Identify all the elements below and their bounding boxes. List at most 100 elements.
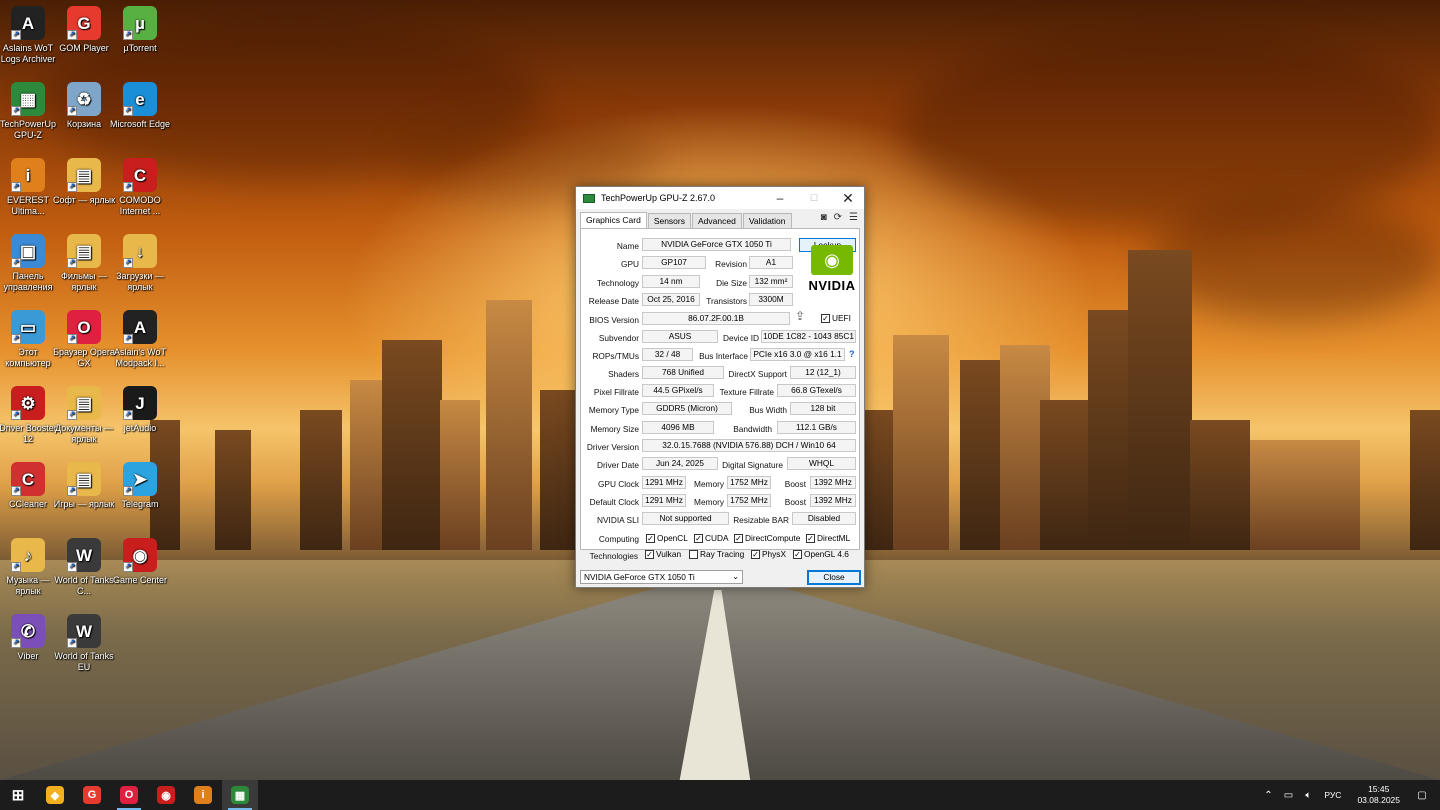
close-window-button[interactable]: ✕: [831, 187, 865, 209]
desktop-icon-woteu[interactable]: W ↗ World of Tanks EU: [52, 614, 116, 673]
taskbar-start[interactable]: ⊞: [0, 780, 36, 810]
desktop-icon-edge[interactable]: e ↗ Microsoft Edge: [108, 82, 172, 130]
desktop-icon-comodo[interactable]: C ↗ COMODO Internet ...: [108, 158, 172, 217]
checkbox-directcompute[interactable]: ✓ DirectCompute: [734, 533, 800, 543]
clock[interactable]: 15:45 03.08.2025: [1357, 784, 1400, 806]
taskbar-gamecenter[interactable]: ◉: [148, 780, 184, 810]
driver-icon: ⚙ ↗: [11, 386, 45, 420]
desktop-icon-telegram[interactable]: ➤ ↗ Telegram: [108, 462, 172, 510]
network-icon[interactable]: ▭: [1280, 790, 1296, 801]
shortcut-arrow-icon: ↗: [123, 562, 133, 572]
title-bar[interactable]: TechPowerUp GPU-Z 2.67.0 – ☐ ✕: [576, 187, 864, 209]
field-driver-date: Jun 24, 2025: [642, 457, 718, 470]
desktop-icon-thispc[interactable]: ▭ ↗ Этот компьютер: [0, 310, 60, 369]
checkbox-vulkan[interactable]: ✓ Vulkan: [645, 549, 681, 559]
field-gpu: GP107: [642, 256, 706, 269]
desktop-icon-aslains[interactable]: A ↗ Aslains WoT Logs Archiver: [0, 6, 60, 65]
label-memory-type: Memory Type: [588, 405, 639, 415]
shortcut-arrow-icon: ↗: [67, 106, 77, 116]
taskbar-gpuz[interactable]: ▦: [222, 780, 258, 810]
field-bus-width: 128 bit: [790, 402, 856, 415]
label-transistors: Transistors: [706, 296, 747, 306]
desktop-icon-viber[interactable]: ✆ ↗ Viber: [0, 614, 60, 662]
shortcut-arrow-icon: ↗: [11, 258, 21, 268]
desktop-icon-downloads[interactable]: ↓ ↗ Загрузки — ярлык: [108, 234, 172, 293]
language-indicator[interactable]: РУС: [1324, 790, 1341, 800]
desktop-icon-driver[interactable]: ⚙ ↗ Driver Booster 12: [0, 386, 60, 445]
gpuz-icon: ▦ ↗: [11, 82, 45, 116]
maximize-button: ☐: [809, 192, 819, 203]
nvidia-logo-text: NVIDIA: [808, 278, 856, 293]
desktop-icon-docs[interactable]: ▤ ↗ Документы — ярлык: [52, 386, 116, 445]
desktop-icon-ccleaner[interactable]: C ↗ CCleaner: [0, 462, 60, 510]
desktop-icon-games[interactable]: ▤ ↗ Игры — ярлык: [52, 462, 116, 510]
building: [486, 300, 532, 550]
tab-advanced[interactable]: Advanced: [692, 213, 742, 228]
chevron-up-icon[interactable]: ⌃: [1260, 790, 1276, 801]
desktop-icon-opera[interactable]: O ↗ Браузер Opera GX: [52, 310, 116, 369]
taskbar-opera[interactable]: O: [111, 780, 147, 810]
desktop-icon-label: GOM Player: [59, 43, 109, 53]
desktop-icon-gom[interactable]: G ↗ GOM Player: [52, 6, 116, 54]
refresh-icon[interactable]: ⟳: [834, 212, 842, 223]
checkbox-cuda[interactable]: ✓ CUDA: [694, 533, 729, 543]
shortcut-arrow-icon: ↗: [11, 30, 21, 40]
gpu-select-value: NVIDIA GeForce GTX 1050 Ti: [584, 572, 695, 582]
checkbox-ray-tracing[interactable]: Ray Tracing: [689, 549, 744, 559]
checkbox-opengl-4-6[interactable]: ✓ OpenGL 4.6: [793, 549, 849, 559]
help-icon[interactable]: ?: [849, 349, 855, 359]
desktop-icon-gamecenter[interactable]: ◉ ↗ Game Center: [108, 538, 172, 586]
desktop-icon-label: Этот компьютер: [5, 347, 51, 368]
shortcut-arrow-icon: ↗: [11, 486, 21, 496]
field-transistors: 3300M: [749, 293, 793, 306]
tab-validation[interactable]: Validation: [742, 213, 792, 228]
field-default-boost: 1392 MHz: [810, 494, 856, 507]
shortcut-arrow-icon: ↗: [11, 562, 21, 572]
desktop-icon-music[interactable]: ♪ ↗ Музыка — ярлык: [0, 538, 60, 597]
desktop-icon-gpuz[interactable]: ▦ ↗ TechPowerUp GPU-Z: [0, 82, 60, 141]
notification-icon[interactable]: ▢: [1414, 790, 1430, 801]
checkbox-opencl[interactable]: ✓ OpenCL: [646, 533, 688, 543]
label-bandwidth: Bandwidth: [733, 424, 772, 434]
uefi-checkbox[interactable]: ✓ UEFI: [821, 313, 851, 323]
speaker-icon[interactable]: 🔈︎: [1300, 790, 1316, 801]
label-resizable-bar: Resizable BAR: [733, 515, 789, 525]
minimize-button[interactable]: –: [763, 187, 797, 209]
shortcut-arrow-icon: ↗: [123, 334, 133, 344]
checkbox-physx[interactable]: ✓ PhysX: [751, 549, 786, 559]
window-title: TechPowerUp GPU-Z 2.67.0: [601, 193, 716, 203]
desktop-icon-recycle[interactable]: ♻ ↗ Корзина: [52, 82, 116, 130]
checkbox-box: ✓: [694, 533, 703, 543]
desktop-icon-everest[interactable]: i ↗ EVEREST Ultima...: [0, 158, 60, 217]
shortcut-arrow-icon: ↗: [123, 30, 133, 40]
field-bandwidth: 112.1 GB/s: [777, 421, 856, 434]
menu-icon[interactable]: ☰: [849, 212, 858, 223]
desktop-icon-aslains2[interactable]: A ↗ Aslain's WoT Modpack I...: [108, 310, 172, 369]
building: [215, 430, 251, 550]
app1-icon: ◆: [46, 786, 64, 804]
soft-icon: ▤ ↗: [67, 158, 101, 192]
gamecenter-icon: ◉: [157, 786, 175, 804]
desktop-icon-label: jetAudio: [123, 423, 157, 433]
share-icon[interactable]: ⇪: [795, 309, 805, 323]
taskbar-gom[interactable]: G: [74, 780, 110, 810]
desktop-icon-jetaudio[interactable]: J ↗ jetAudio: [108, 386, 172, 434]
tab-graphics-card[interactable]: Graphics Card: [580, 212, 647, 228]
gpuz-window: TechPowerUp GPU-Z 2.67.0 – ☐ ✕ Graphics …: [575, 186, 865, 588]
taskbar-app1[interactable]: ◆: [37, 780, 73, 810]
desktop-icon-label: Aslain's WoT Modpack I...: [113, 347, 167, 368]
checkbox-directml[interactable]: ✓ DirectML: [806, 533, 850, 543]
camera-icon[interactable]: ◙: [821, 212, 827, 223]
close-button[interactable]: Close: [807, 570, 861, 585]
gpu-select[interactable]: NVIDIA GeForce GTX 1050 Ti ⌄: [580, 570, 743, 584]
desktop-icon-utorrent[interactable]: µ ↗ µTorrent: [108, 6, 172, 54]
desktop-icon-wot[interactable]: W ↗ World of Tanks C...: [52, 538, 116, 597]
desktop-icon-films[interactable]: ▤ ↗ Фильмы — ярлык: [52, 234, 116, 293]
tab-sensors[interactable]: Sensors: [647, 213, 691, 228]
tab-bar: Graphics Card Sensors Advanced Validatio…: [580, 212, 860, 228]
desktop-icon-soft[interactable]: ▤ ↗ Софт — ярлык: [52, 158, 116, 206]
taskbar-everest[interactable]: i: [185, 780, 221, 810]
shortcut-arrow-icon: ↗: [123, 410, 133, 420]
desktop-icon-control[interactable]: ▣ ↗ Панель управления: [0, 234, 60, 293]
desktop-icon-label: Фильмы — ярлык: [61, 271, 107, 292]
